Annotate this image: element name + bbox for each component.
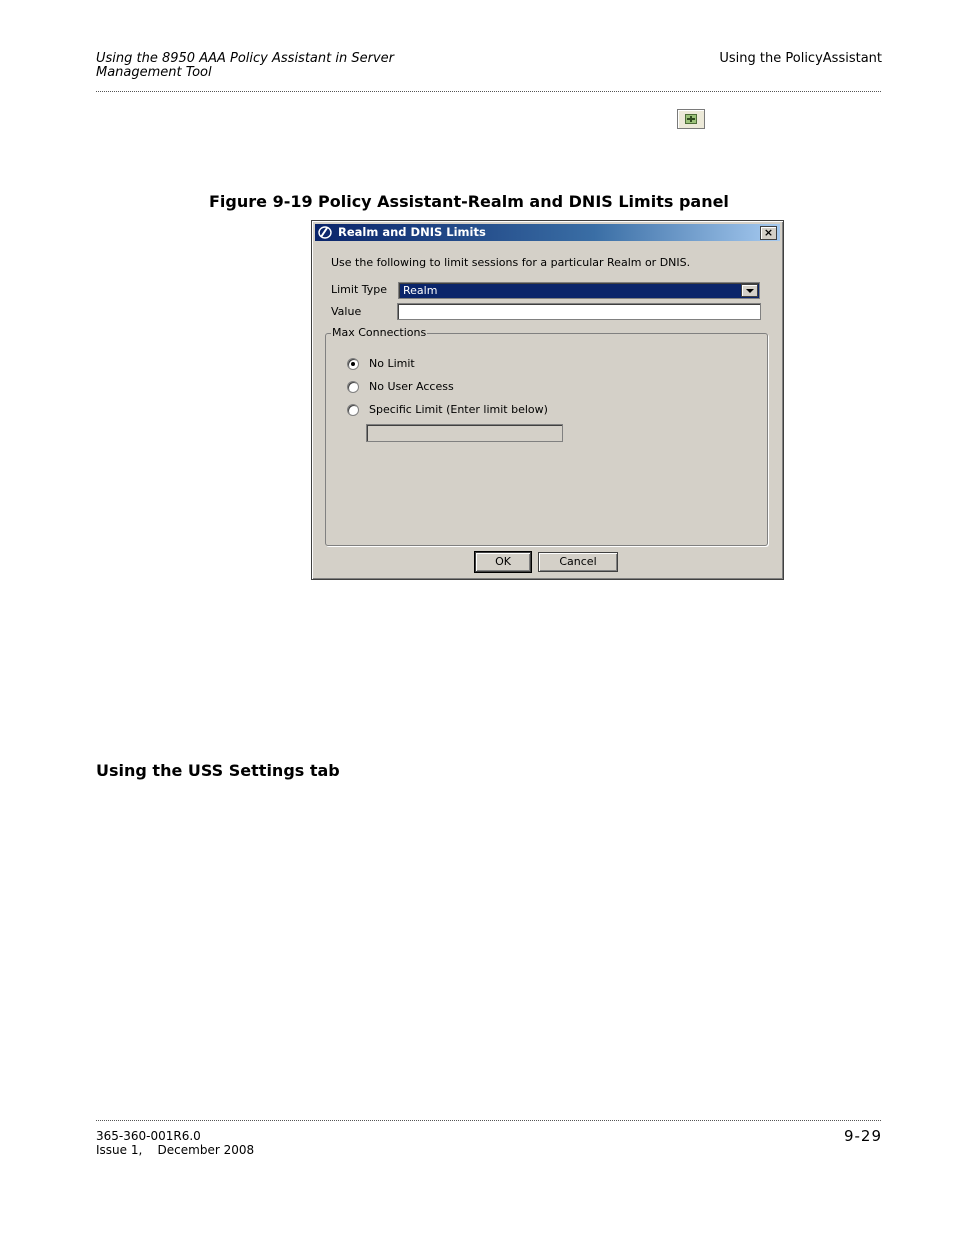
value-label: Value — [331, 305, 362, 318]
max-connections-legend: Max Connections — [331, 326, 428, 339]
issue-date: Issue 1, December 2008 — [96, 1143, 255, 1157]
dialog-instructions: Use the following to limit sessions for … — [331, 256, 691, 269]
running-header-title: Using the 8950 AAA Policy Assistant in S… — [96, 52, 436, 80]
close-icon: × — [763, 226, 774, 239]
footer-info: 365-360-001R6.0 Issue 1, December 2008 — [96, 1129, 254, 1157]
specific-limit-input[interactable] — [366, 424, 563, 442]
radio-no-limit[interactable] — [347, 358, 359, 370]
header-title-line1: Using the 8950 AAA Policy Assistant in S… — [96, 51, 394, 66]
footer-rule — [96, 1120, 881, 1121]
page-number: 9-29 — [843, 1127, 882, 1145]
limit-type-select[interactable]: Realm — [398, 282, 760, 299]
add-icon — [677, 109, 705, 129]
header-rule — [96, 91, 881, 92]
limit-type-value: Realm — [403, 284, 438, 297]
radio-no-limit-label[interactable]: No Limit — [369, 357, 415, 370]
radio-specific-limit-label[interactable]: Specific Limit (Enter limit below) — [369, 403, 548, 416]
dialog-title: Realm and DNIS Limits — [338, 225, 486, 239]
close-button[interactable]: × — [760, 226, 777, 240]
header-title-line2: Management Tool — [96, 65, 212, 80]
figure-number: Figure 9-19 — [209, 192, 313, 211]
max-connections-group: Max Connections No Limit No User Access … — [325, 326, 768, 546]
radio-no-user-access-label[interactable]: No User Access — [369, 380, 454, 393]
section-heading: Using the USS Settings tab — [96, 761, 340, 780]
app-logo-icon — [318, 226, 332, 239]
value-input[interactable] — [397, 303, 761, 320]
radio-specific-limit[interactable] — [347, 404, 359, 416]
realm-dnis-limits-dialog: Realm and DNIS Limits × Use the followin… — [311, 220, 784, 580]
cancel-button[interactable]: Cancel — [538, 552, 618, 572]
dialog-titlebar[interactable]: Realm and DNIS Limits × — [315, 224, 780, 241]
radio-no-user-access[interactable] — [347, 381, 359, 393]
running-header-section: Using the PolicyAssistant — [719, 51, 882, 66]
chevron-down-icon[interactable] — [741, 284, 758, 297]
ok-button[interactable]: OK — [474, 551, 532, 573]
figure-caption: Figure 9-19 Policy Assistant-Realm and DN… — [209, 192, 729, 211]
doc-number: 365-360-001R6.0 — [96, 1129, 201, 1143]
limit-type-label: Limit Type — [331, 283, 388, 296]
figure-title: Policy Assistant-Realm and DNIS Limits p… — [318, 192, 729, 211]
